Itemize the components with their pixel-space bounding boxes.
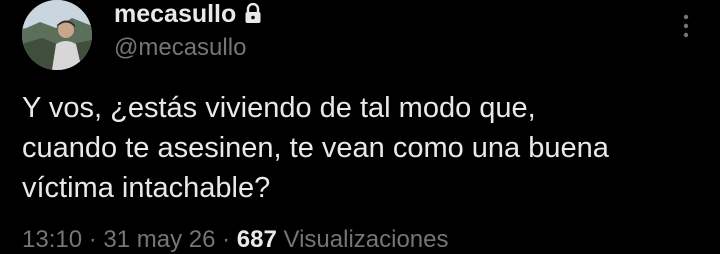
tweet-date[interactable]: 31 may 26 xyxy=(103,226,215,253)
views-count[interactable]: 687 xyxy=(237,226,277,253)
tweet-text-line: Y vos, ¿estás viviendo de tal modo que, xyxy=(22,92,536,124)
tweet-text: Y vos, ¿estás viviendo de tal modo que, … xyxy=(22,88,712,208)
author-name-text[interactable]: mecasullo xyxy=(114,0,236,28)
lock-icon xyxy=(244,2,262,25)
avatar[interactable] xyxy=(22,0,92,70)
meta-separator: · xyxy=(82,226,104,253)
author-display-name[interactable]: mecasullo xyxy=(114,0,262,28)
views-label: Visualizaciones xyxy=(276,226,449,253)
tweet-meta: 13:10 · 31 may 26 · 687 Visualizaciones xyxy=(22,226,449,254)
tweet-text-line: cuando te asesinen, te vean como una bue… xyxy=(22,132,609,164)
author-handle[interactable]: @mecasullo xyxy=(114,34,246,62)
more-vertical-icon[interactable] xyxy=(676,12,696,40)
meta-separator: · xyxy=(215,226,237,253)
tweet-text-line: víctima intachable? xyxy=(22,172,271,204)
tweet: mecasullo @mecasullo Y vos, ¿estás vivie… xyxy=(0,0,720,254)
tweet-time[interactable]: 13:10 xyxy=(22,226,82,253)
